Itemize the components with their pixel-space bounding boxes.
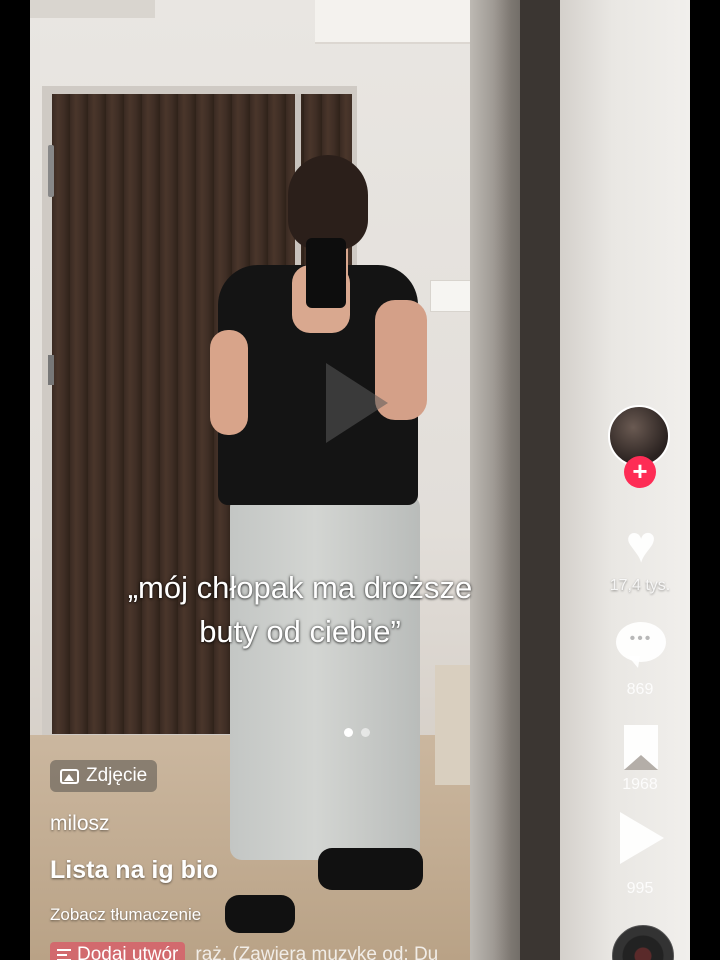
add-song-label: Dodaj utwór — [77, 944, 179, 960]
video-photo[interactable] — [30, 0, 690, 960]
wall-shelf — [30, 0, 155, 18]
video-description: Lista na ig bio — [50, 856, 219, 884]
play-icon[interactable] — [326, 363, 388, 443]
add-song-button[interactable]: Dodaj utwór — [50, 942, 186, 960]
heart-icon[interactable]: ♥ — [614, 518, 668, 572]
photo-badge-label: Zdjęcie — [86, 765, 148, 786]
playlist-icon — [57, 949, 71, 960]
person-shoe-left — [225, 895, 295, 933]
share-count: 995 — [626, 880, 654, 897]
carousel-dot-2[interactable] — [361, 728, 370, 737]
letterbox-left — [0, 0, 30, 960]
music-row[interactable]: Dodaj utwór raż. (Zawiera muzykę od: Du — [50, 942, 438, 960]
image-icon — [60, 768, 79, 784]
bookmark-icon-notch — [624, 755, 658, 770]
person-phone — [306, 238, 346, 308]
comment-count: 869 — [626, 681, 654, 698]
share-icon[interactable] — [620, 812, 664, 864]
door-handle — [48, 145, 54, 197]
username[interactable]: milosz — [50, 812, 110, 836]
photo-badge: Zdjęcie — [50, 760, 158, 792]
tiktok-video-screen: „mój chłopak ma droższe buty od ciebie” … — [0, 0, 720, 960]
plus-icon[interactable]: + — [624, 456, 656, 488]
comment-icon[interactable] — [616, 622, 666, 662]
bookmark-count: 1968 — [622, 776, 658, 793]
stool — [435, 665, 473, 785]
music-text: raż. (Zawiera muzykę od: Du — [195, 944, 439, 960]
person-shoe-right — [318, 848, 423, 890]
translate-link[interactable]: Zobacz tłumaczenie — [50, 905, 201, 925]
carousel-dot-1[interactable] — [344, 728, 353, 737]
carousel-dots[interactable] — [344, 728, 370, 737]
letterbox-right — [690, 0, 720, 960]
person-arm-left — [210, 330, 248, 435]
person-pants — [230, 495, 420, 860]
video-caption: „mój chłopak ma droższe buty od ciebie” — [127, 570, 473, 649]
mirror-edge — [520, 0, 560, 960]
door-hinge — [48, 355, 54, 385]
person-head — [288, 155, 368, 250]
comment-icon-tail — [628, 656, 640, 668]
like-count: 17,4 tys. — [609, 577, 671, 594]
